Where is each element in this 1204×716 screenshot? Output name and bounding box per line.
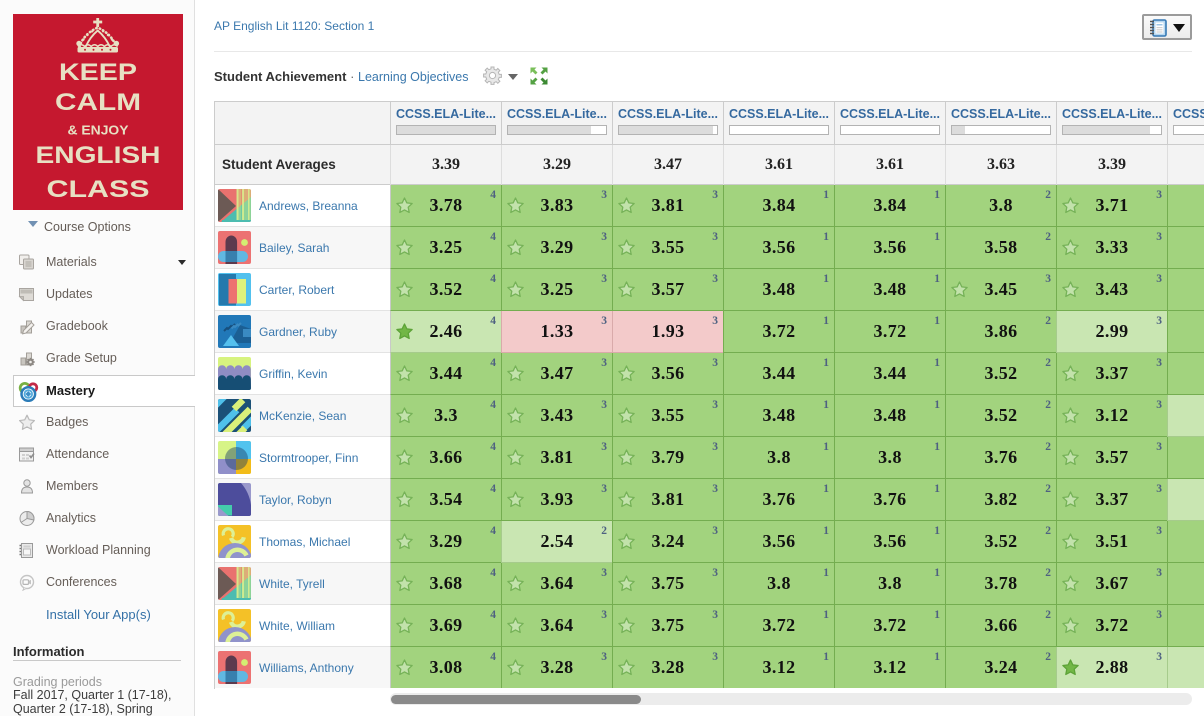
svg-text:ENGLISH: ENGLISH	[36, 142, 161, 169]
svg-text:KEEP: KEEP	[59, 59, 137, 86]
svg-text:CALM: CALM	[55, 89, 141, 116]
svg-text:& ENJOY: & ENJOY	[68, 124, 130, 138]
svg-text:CLASS: CLASS	[47, 176, 150, 203]
